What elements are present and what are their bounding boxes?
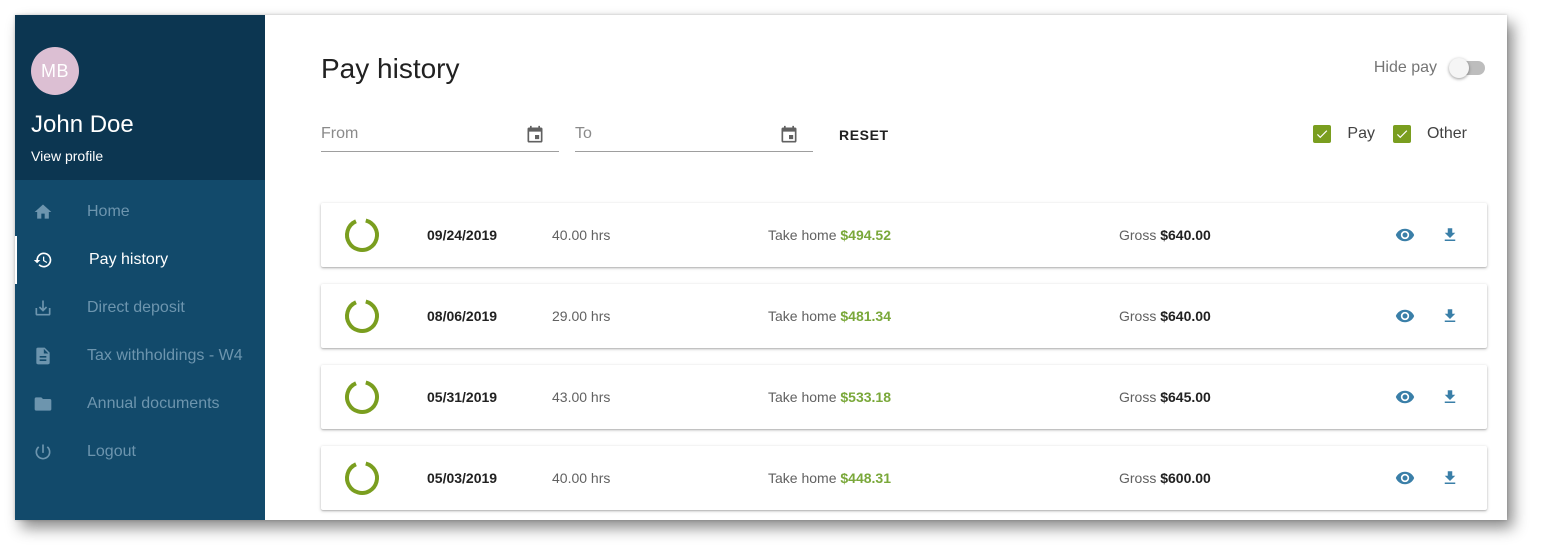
calendar-icon[interactable] bbox=[779, 124, 799, 151]
take-home-label: Take home bbox=[768, 470, 837, 486]
sidebar-item-annual-documents[interactable]: Annual documents bbox=[15, 380, 265, 428]
history-icon bbox=[33, 250, 53, 270]
page-title: Pay history bbox=[321, 53, 460, 84]
other-filter[interactable]: Other bbox=[1392, 125, 1467, 143]
download-icon[interactable] bbox=[1441, 387, 1459, 410]
pay-date: 05/03/2019 bbox=[427, 470, 498, 486]
checkmark-icon bbox=[1317, 130, 1328, 139]
other-checkbox[interactable] bbox=[1392, 125, 1411, 143]
progress-ring-icon bbox=[345, 299, 379, 333]
pay-filter[interactable]: Pay bbox=[1313, 125, 1375, 143]
reset-button[interactable]: RESET bbox=[839, 127, 889, 143]
progress-ring-icon bbox=[345, 218, 379, 252]
download-tray-icon bbox=[33, 298, 53, 318]
to-date-field[interactable] bbox=[575, 119, 813, 152]
gross: Gross $640.00 bbox=[1119, 308, 1211, 324]
gross: Gross $640.00 bbox=[1119, 227, 1211, 243]
gross-label: Gross bbox=[1119, 389, 1157, 405]
view-profile-link[interactable]: View profile bbox=[31, 148, 103, 164]
sidebar-item-home[interactable]: Home bbox=[15, 188, 265, 236]
home-icon bbox=[33, 202, 53, 222]
type-filters: Pay Other bbox=[1313, 125, 1467, 143]
gross-value: $645.00 bbox=[1160, 389, 1211, 405]
sidebar-item-direct-deposit[interactable]: Direct deposit bbox=[15, 284, 265, 332]
gross-value: $640.00 bbox=[1160, 308, 1211, 324]
sidebar-item-label: Direct deposit bbox=[87, 299, 185, 316]
pay-filter-label: Pay bbox=[1347, 125, 1375, 142]
app-window: MB John Doe View profile Home Pay histor… bbox=[15, 15, 1507, 520]
take-home: Take home $494.52 bbox=[768, 227, 891, 243]
other-filter-label: Other bbox=[1426, 125, 1467, 142]
view-eye-icon[interactable] bbox=[1395, 468, 1415, 491]
document-icon bbox=[33, 346, 53, 366]
sidebar-item-logout[interactable]: Logout bbox=[15, 428, 265, 476]
gross-value: $600.00 bbox=[1160, 470, 1211, 486]
gross-label: Gross bbox=[1119, 308, 1157, 324]
sidebar-item-label: Home bbox=[87, 203, 130, 220]
take-home-value: $448.31 bbox=[840, 470, 891, 486]
pay-date: 09/24/2019 bbox=[427, 227, 498, 243]
progress-ring-icon bbox=[345, 461, 379, 495]
power-icon bbox=[33, 442, 53, 462]
gross-value: $640.00 bbox=[1160, 227, 1211, 243]
take-home-label: Take home bbox=[768, 389, 837, 405]
progress-ring-icon bbox=[345, 380, 379, 414]
take-home-value: $481.34 bbox=[840, 308, 891, 324]
take-home-value: $533.18 bbox=[840, 389, 891, 405]
pay-hours: 29.00 hrs bbox=[552, 308, 611, 324]
download-icon[interactable] bbox=[1441, 468, 1459, 491]
sidebar-nav: Home Pay history Direct deposit Tax with… bbox=[15, 180, 265, 476]
pay-hours: 40.00 hrs bbox=[552, 227, 611, 243]
sidebar-item-tax-withholdings[interactable]: Tax withholdings - W4 bbox=[15, 332, 265, 380]
toggle-knob bbox=[1449, 58, 1469, 78]
pay-history-row[interactable]: 05/03/2019 40.00 hrs Take home $448.31 G… bbox=[321, 446, 1487, 510]
sidebar-item-label: Logout bbox=[87, 443, 136, 460]
pay-history-row[interactable]: 08/06/2019 29.00 hrs Take home $481.34 G… bbox=[321, 284, 1487, 348]
view-eye-icon[interactable] bbox=[1395, 225, 1415, 248]
folder-icon bbox=[33, 394, 53, 414]
take-home-label: Take home bbox=[768, 227, 837, 243]
from-date-field[interactable] bbox=[321, 119, 559, 152]
checkmark-icon bbox=[1396, 130, 1408, 139]
gross-label: Gross bbox=[1119, 470, 1157, 486]
pay-date: 05/31/2019 bbox=[427, 389, 498, 405]
download-icon[interactable] bbox=[1441, 306, 1459, 329]
take-home: Take home $533.18 bbox=[768, 389, 891, 405]
pay-date: 08/06/2019 bbox=[427, 308, 498, 324]
take-home: Take home $481.34 bbox=[768, 308, 891, 324]
gross: Gross $600.00 bbox=[1119, 470, 1211, 486]
pay-history-row[interactable]: 05/31/2019 43.00 hrs Take home $533.18 G… bbox=[321, 365, 1487, 429]
avatar[interactable]: MB bbox=[31, 47, 79, 95]
sidebar: MB John Doe View profile Home Pay histor… bbox=[15, 15, 265, 520]
calendar-icon[interactable] bbox=[525, 124, 545, 151]
profile-panel: MB John Doe View profile bbox=[15, 15, 265, 180]
user-name: John Doe bbox=[31, 111, 134, 138]
sidebar-item-label: Annual documents bbox=[87, 395, 220, 412]
hide-pay-control: Hide pay bbox=[1373, 58, 1485, 78]
take-home-value: $494.52 bbox=[840, 227, 891, 243]
pay-hours: 40.00 hrs bbox=[552, 470, 611, 486]
sidebar-item-pay-history[interactable]: Pay history bbox=[15, 236, 265, 284]
from-date-input[interactable] bbox=[321, 121, 511, 147]
gross-label: Gross bbox=[1119, 227, 1157, 243]
pay-history-row[interactable]: 09/24/2019 40.00 hrs Take home $494.52 G… bbox=[321, 203, 1487, 267]
view-eye-icon[interactable] bbox=[1395, 306, 1415, 329]
pay-hours: 43.00 hrs bbox=[552, 389, 611, 405]
take-home-label: Take home bbox=[768, 308, 837, 324]
pay-history-list: 09/24/2019 40.00 hrs Take home $494.52 G… bbox=[321, 203, 1487, 520]
gross: Gross $645.00 bbox=[1119, 389, 1211, 405]
sidebar-item-label: Pay history bbox=[89, 251, 169, 268]
hide-pay-toggle[interactable] bbox=[1449, 58, 1485, 78]
sidebar-item-label: Tax withholdings - W4 bbox=[87, 347, 243, 364]
view-eye-icon[interactable] bbox=[1395, 387, 1415, 410]
take-home: Take home $448.31 bbox=[768, 470, 891, 486]
main-content: Pay history Hide pay RESET bbox=[265, 15, 1507, 520]
pay-checkbox[interactable] bbox=[1313, 125, 1332, 143]
to-date-input[interactable] bbox=[575, 121, 765, 147]
hide-pay-label: Hide pay bbox=[1373, 59, 1437, 76]
download-icon[interactable] bbox=[1441, 225, 1459, 248]
